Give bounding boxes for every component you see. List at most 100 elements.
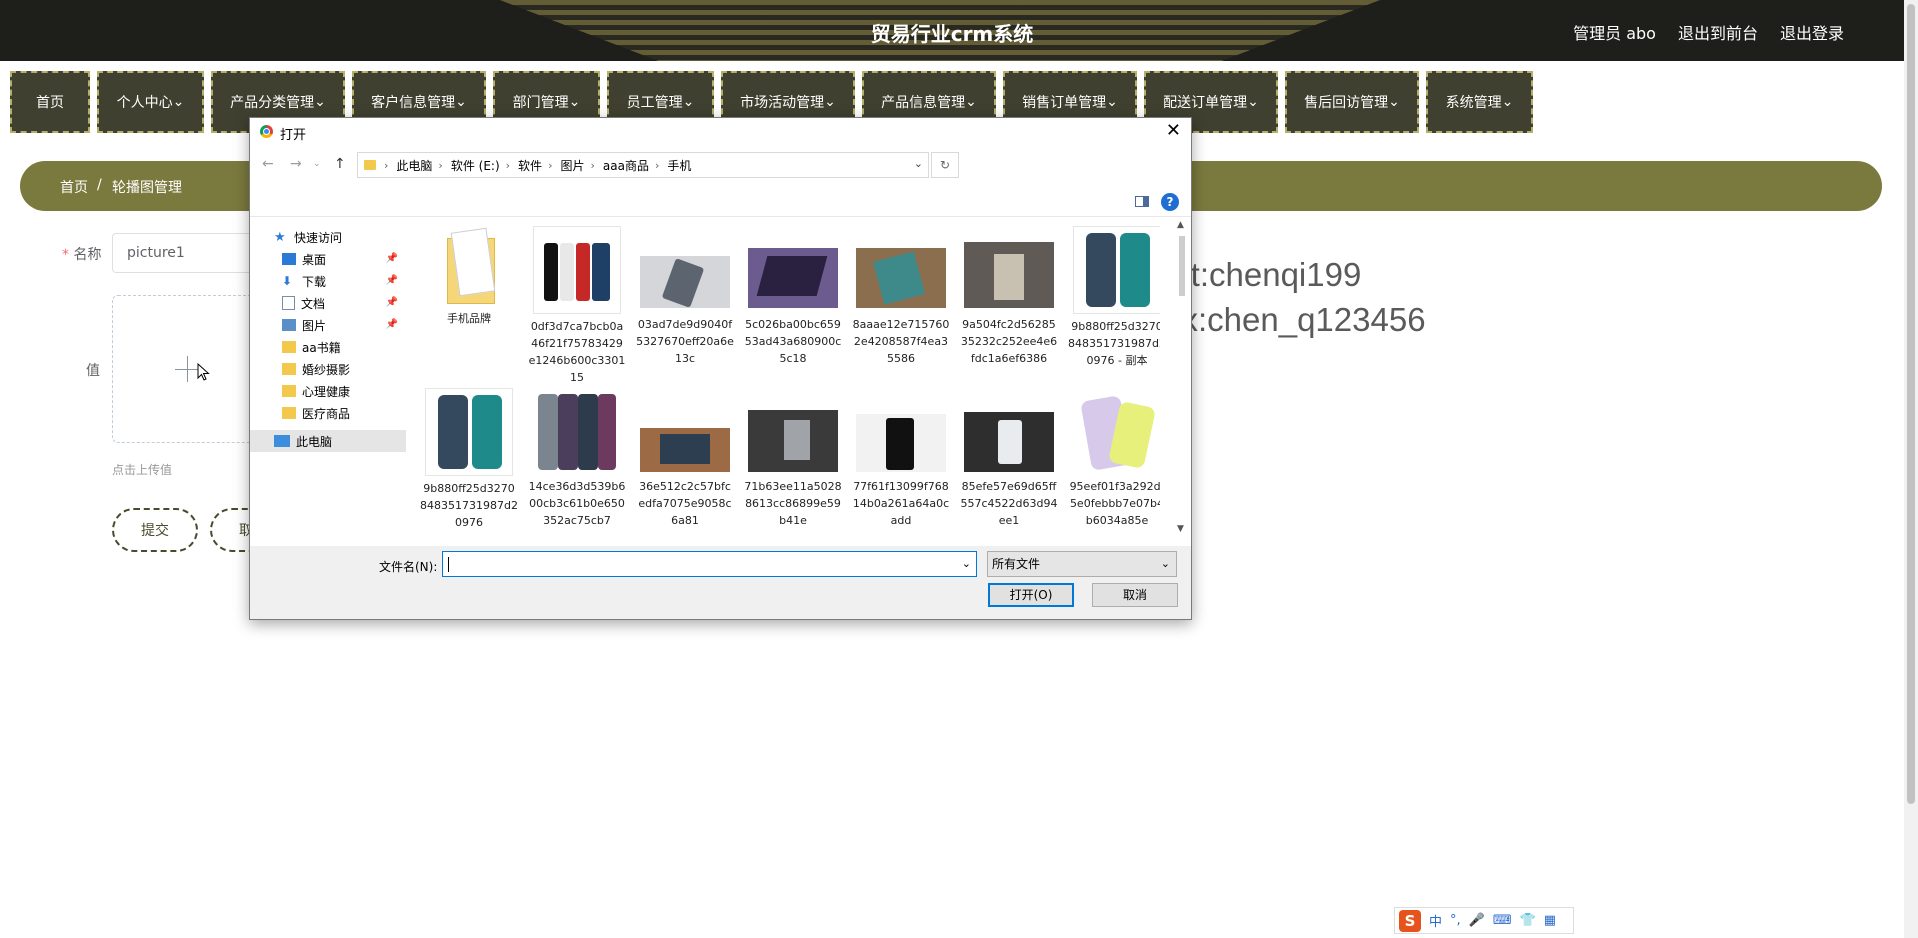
dialog-cancel-button[interactable]: 取消 bbox=[1092, 583, 1178, 607]
tree-item-folder[interactable]: 婚纱摄影 bbox=[250, 358, 406, 380]
tree-item-quick-access[interactable]: ★ 快速访问 bbox=[250, 226, 406, 248]
tree-item-downloads[interactable]: ⬇ 下载 📌 bbox=[250, 270, 406, 292]
tree-item-folder[interactable]: 心理健康 bbox=[250, 380, 406, 402]
open-button[interactable]: 打开(O) bbox=[988, 583, 1074, 607]
chevron-down-icon[interactable]: ⌄ bbox=[962, 557, 971, 570]
image-thumbnail bbox=[1074, 388, 1160, 474]
vx-contact: vx:chen_q123456 bbox=[1165, 301, 1426, 338]
breadcrumb-separator: / bbox=[97, 177, 102, 193]
breadcrumb-home[interactable]: 首页 bbox=[60, 177, 88, 197]
pin-icon: 📌 bbox=[385, 275, 398, 286]
path-segment[interactable]: 软件 bbox=[518, 157, 542, 174]
chevron-down-icon: ⌄ bbox=[568, 94, 581, 110]
image-thumbnail bbox=[1073, 226, 1160, 314]
back-arrow-icon[interactable]: ← bbox=[262, 156, 274, 172]
tree-item-pictures[interactable]: 图片 📌 bbox=[250, 314, 406, 336]
file-item[interactable]: 9b880ff25d3270848351731987d20976 bbox=[420, 388, 518, 531]
skin-icon[interactable]: 👕 bbox=[1520, 913, 1536, 928]
help-icon[interactable]: ? bbox=[1161, 193, 1179, 211]
git-contact: git:chenqi199 bbox=[1165, 256, 1362, 293]
mouse-cursor-icon bbox=[197, 363, 210, 381]
preview-pane-icon[interactable] bbox=[1135, 196, 1149, 207]
image-thumbnail bbox=[425, 388, 513, 476]
star-icon: ★ bbox=[274, 229, 286, 245]
nav-after-sales[interactable]: 售后回访管理 ⌄ bbox=[1285, 71, 1419, 133]
ime-punct-toggle[interactable]: °, bbox=[1450, 913, 1461, 928]
tree-item-documents[interactable]: 文档 📌 bbox=[250, 292, 406, 314]
file-item[interactable]: 14ce36d3d539b600cb3c61b0e650352ac75cb7 bbox=[528, 388, 626, 529]
path-segment[interactable]: aaa商品 bbox=[603, 157, 649, 174]
dialog-navbar: ← → ⌄ ↑ › 此电脑 › 软件 (E:) › 软件 › 图片 › aaa商品 › 手… bbox=[250, 150, 1191, 180]
forward-arrow-icon[interactable]: → bbox=[290, 156, 302, 172]
image-uploader[interactable] bbox=[112, 295, 260, 443]
chevron-down-icon: ⌄ bbox=[1160, 557, 1170, 570]
grid-menu-icon[interactable]: ▦ bbox=[1544, 913, 1556, 928]
folder-icon bbox=[439, 226, 499, 306]
nav-personal-center[interactable]: 个人中心 ⌄ bbox=[97, 71, 204, 133]
path-segment[interactable]: 手机 bbox=[667, 157, 691, 174]
tree-item-folder[interactable]: 医疗商品 bbox=[250, 402, 406, 424]
exit-to-frontend-link[interactable]: 退出到前台 bbox=[1678, 20, 1758, 44]
admin-user-link[interactable]: 管理员 abo bbox=[1573, 20, 1656, 44]
close-icon[interactable]: ✕ bbox=[1166, 120, 1181, 141]
top-header: 贸易行业crm系统 管理员 abo 退出到前台 退出登录 bbox=[0, 0, 1904, 61]
chevron-down-icon: ⌄ bbox=[1388, 94, 1400, 110]
file-item[interactable]: 77f61f13099f76814b0a261a64a0cadd bbox=[852, 388, 950, 529]
logout-link[interactable]: 退出登录 bbox=[1780, 20, 1844, 44]
keyboard-icon[interactable]: ⌨ bbox=[1493, 913, 1512, 928]
image-thumbnail bbox=[856, 226, 946, 312]
sogou-logo-icon[interactable]: S bbox=[1399, 909, 1421, 932]
file-item[interactable]: 95eef01f3a292df5e0febbb7e07b4b6034a85e bbox=[1068, 388, 1160, 529]
file-item[interactable]: 71b63ee11a50288613cc86899e59b41e bbox=[744, 388, 842, 529]
tree-item-this-pc[interactable]: 此电脑 bbox=[250, 430, 406, 452]
image-thumbnail bbox=[964, 226, 1054, 312]
scroll-down-icon[interactable]: ▼ bbox=[1177, 524, 1184, 534]
nav-system[interactable]: 系统管理 ⌄ bbox=[1426, 71, 1533, 133]
file-item[interactable]: 9a504fc2d5628535232c252ee4e6fdc1a6ef6386 bbox=[960, 226, 1058, 367]
filetype-select[interactable]: 所有文件 ⌄ bbox=[987, 551, 1177, 577]
image-thumbnail bbox=[533, 226, 621, 314]
page-scrollbar[interactable] bbox=[1904, 0, 1918, 938]
chevron-down-icon: ⌄ bbox=[682, 94, 695, 110]
file-item[interactable]: 手机品牌 bbox=[420, 226, 518, 327]
file-item[interactable]: 85efe57e69d65ff557c4522d63d94ee1 bbox=[960, 388, 1058, 529]
up-arrow-icon[interactable]: ↑ bbox=[334, 156, 346, 172]
scroll-up-icon[interactable]: ▲ bbox=[1177, 220, 1184, 230]
chevron-down-icon: ⌄ bbox=[1247, 94, 1259, 110]
file-item[interactable]: 0df3d7ca7bcb0a46f21f75783429e1246b600c33… bbox=[528, 226, 626, 386]
path-segment[interactable]: 图片 bbox=[560, 157, 584, 174]
desktop-icon bbox=[282, 253, 296, 265]
image-thumbnail bbox=[748, 226, 838, 312]
path-segment[interactable]: 软件 (E:) bbox=[451, 157, 500, 174]
file-item[interactable]: 03ad7de9d9040f5327670eff20a6e13c bbox=[636, 226, 734, 367]
computer-icon bbox=[274, 435, 290, 447]
recent-chevron-icon[interactable]: ⌄ bbox=[313, 159, 321, 169]
ime-lang-toggle[interactable]: 中 bbox=[1429, 911, 1442, 930]
chevron-down-icon: ⌄ bbox=[314, 94, 326, 110]
navigation-pane: ★ 快速访问 桌面 📌 ⬇ 下载 📌 文档 📌 图片 📌 aa书籍 婚纱摄影 心理健康 医疗… bbox=[250, 218, 406, 543]
microphone-icon[interactable]: 🎤 bbox=[1469, 913, 1485, 928]
nav-home[interactable]: 首页 bbox=[10, 71, 90, 133]
file-list-scrollbar[interactable]: ▲ ▼ bbox=[1175, 218, 1189, 538]
tree-item-folder[interactable]: aa书籍 bbox=[250, 336, 406, 358]
file-item[interactable]: 8aaae12e7157602e4208587f4ea35586 bbox=[852, 226, 950, 367]
submit-button[interactable]: 提交 bbox=[112, 508, 198, 552]
file-item[interactable]: 36e512c2c57bfcedfa7075e9058c6a81 bbox=[636, 388, 734, 529]
chevron-down-icon: ⌄ bbox=[824, 94, 836, 110]
tree-item-desktop[interactable]: 桌面 📌 bbox=[250, 248, 406, 270]
pin-icon: 📌 bbox=[385, 319, 398, 330]
folder-icon bbox=[282, 385, 296, 397]
chevron-down-icon: ⌄ bbox=[1501, 94, 1514, 110]
file-item[interactable]: 9b880ff25d3270848351731987d20976 - 副本 bbox=[1068, 226, 1160, 369]
name-input[interactable]: picture1 bbox=[112, 233, 272, 273]
file-open-dialog: 打开 ✕ ← → ⌄ ↑ › 此电脑 › 软件 (E:) › 软件 › 图片 › aaa… bbox=[249, 117, 1192, 620]
refresh-icon[interactable]: ↻ bbox=[931, 152, 959, 178]
file-item[interactable]: 5c026ba00bc65953ad43a680900c5c18 bbox=[744, 226, 842, 367]
filename-input[interactable]: ⌄ bbox=[442, 551, 977, 577]
path-segment[interactable]: 此电脑 bbox=[396, 157, 432, 174]
chevron-down-icon: ⌄ bbox=[455, 94, 467, 110]
folder-icon bbox=[282, 407, 296, 419]
filename-label: 文件名(N): bbox=[379, 560, 438, 574]
address-bar[interactable]: › 此电脑 › 软件 (E:) › 软件 › 图片 › aaa商品 › 手机 ⌄ bbox=[357, 152, 929, 178]
chevron-down-icon[interactable]: ⌄ bbox=[914, 157, 923, 170]
